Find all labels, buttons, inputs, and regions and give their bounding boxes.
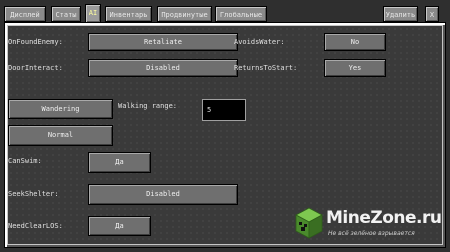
delete-button[interactable]: Удалить [383, 6, 418, 22]
door-interact-button[interactable]: Disabled [88, 59, 238, 77]
tab-ai[interactable]: AI [85, 4, 101, 23]
walking-range-label: Walking range: [118, 102, 178, 110]
tab-display[interactable]: Дисплей [4, 6, 46, 22]
returns-to-start-label: ReturnsToStart: [234, 64, 298, 72]
avoids-water-button[interactable]: No [324, 33, 386, 51]
walking-range-input[interactable]: 5 [202, 99, 246, 121]
animation-button[interactable]: Normal [8, 125, 113, 146]
tab-global[interactable]: Глобальные [215, 6, 267, 22]
on-found-enemy-button[interactable]: Retaliate [88, 33, 238, 51]
watermark: MineZone.ru Не всё зелёное взрывается [294, 206, 444, 242]
movement-type-button[interactable]: Wandering [8, 99, 113, 119]
can-swim-label: CanSwim: [8, 157, 42, 165]
on-found-enemy-label: OnFoundEnemy: [8, 38, 63, 46]
door-interact-label: DoorInteract: [8, 64, 63, 72]
tab-advanced[interactable]: Продвинутые [157, 6, 212, 22]
returns-to-start-button[interactable]: Yes [324, 59, 386, 77]
creeper-cube-icon [295, 207, 323, 239]
avoids-water-label: AvoidsWater: [234, 38, 285, 46]
can-swim-button[interactable]: Да [88, 152, 151, 173]
seek-shelter-label: SeekShelter: [8, 190, 59, 198]
close-button[interactable]: X [425, 6, 439, 22]
tab-stats[interactable]: Статы [51, 6, 81, 22]
seek-shelter-button[interactable]: Disabled [88, 184, 238, 205]
watermark-title: MineZone.ru [326, 208, 442, 228]
watermark-subtitle: Не всё зелёное взрывается [328, 230, 415, 237]
need-clear-los-label: NeedClearLOS: [8, 222, 63, 230]
tab-inventory[interactable]: Инвентарь [105, 6, 152, 22]
need-clear-los-button[interactable]: Да [88, 216, 151, 236]
